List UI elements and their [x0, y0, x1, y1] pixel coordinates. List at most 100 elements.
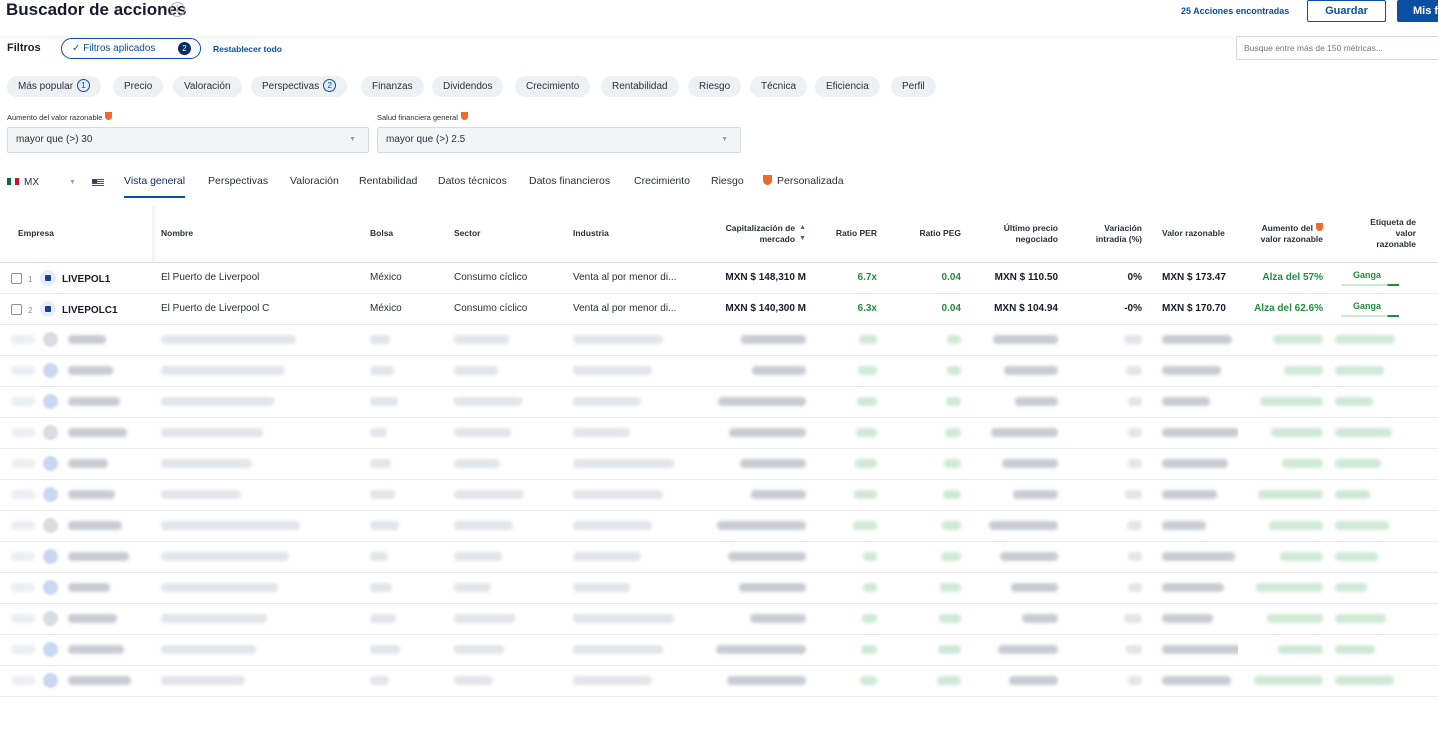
tab-riesgo[interactable]: Riesgo	[711, 173, 744, 199]
row-checkbox[interactable]	[11, 272, 22, 284]
tab-rentabilidad[interactable]: Rentabilidad	[359, 173, 417, 199]
applied-filters-count: 2	[178, 42, 191, 55]
cell-empresa: 2 LIVEPOLC1	[0, 293, 152, 325]
metric-search-input[interactable]	[1236, 36, 1438, 60]
col-etiqueta[interactable]: Etiqueta de valor razonable	[1329, 206, 1438, 263]
chip-perspectivas[interactable]: Perspectivas 2	[251, 76, 348, 97]
locked-cell	[0, 448, 152, 480]
chip-tecnica[interactable]: Técnica	[750, 76, 808, 97]
info-icon[interactable]: i	[170, 2, 185, 17]
locked-cell	[1329, 634, 1438, 666]
chip-finanzas[interactable]: Finanzas	[361, 76, 424, 97]
locked-value	[1011, 582, 1058, 592]
locked-value	[1126, 365, 1142, 375]
locked-table-row	[0, 479, 1438, 511]
locked-cell	[1148, 603, 1238, 635]
col-empresa[interactable]: Empresa	[0, 206, 158, 263]
col-valor-razonable[interactable]: Valor razonable	[1148, 206, 1238, 263]
locked-value	[1335, 458, 1381, 468]
locked-value	[573, 613, 674, 623]
chip-label: Dividendos	[443, 81, 493, 92]
locked-value	[370, 458, 391, 468]
locked-value	[68, 645, 124, 654]
tab-perspectivas[interactable]: Perspectivas	[208, 173, 268, 199]
locked-cell	[1064, 541, 1148, 573]
ticker-link[interactable]: LIVEPOLC1	[62, 305, 118, 316]
locked-cell	[1064, 448, 1148, 480]
table-row[interactable]: 1 LIVEPOL1 El Puerto de Liverpool México …	[0, 262, 1438, 294]
col-ultimo-precio[interactable]: Último precio negociado	[967, 206, 1064, 263]
col-bolsa[interactable]: Bolsa	[361, 206, 445, 263]
tab-vista-general[interactable]: Vista general	[124, 173, 186, 199]
locked-cell	[361, 479, 445, 511]
company-logo-icon	[43, 611, 58, 626]
locked-cell	[152, 324, 361, 356]
locked-checkbox	[11, 521, 35, 530]
locked-cell	[701, 324, 812, 356]
cell-peg: 0.04	[883, 262, 967, 294]
chip-eficiencia[interactable]: Eficiencia	[815, 76, 880, 97]
usa-flag-icon[interactable]	[92, 179, 104, 187]
ticker-link[interactable]: LIVEPOL1	[62, 274, 110, 285]
locked-cell	[361, 510, 445, 542]
chip-valoracion[interactable]: Valoración	[173, 76, 242, 97]
col-aumento[interactable]: Aumento del valor razonable	[1238, 206, 1329, 263]
tab-valoracion[interactable]: Valoración	[290, 173, 339, 199]
tab-crecimiento[interactable]: Crecimiento	[634, 173, 690, 199]
col-nombre[interactable]: Nombre	[152, 206, 361, 263]
cell-aumento: Alza del 57%	[1238, 262, 1329, 294]
col-industria[interactable]: Industria	[567, 206, 701, 263]
company-logo-icon	[43, 363, 58, 378]
country-selector[interactable]: MX ▼	[7, 172, 82, 194]
col-ratio-peg[interactable]: Ratio PEG	[883, 206, 967, 263]
col-ratio-per[interactable]: Ratio PER	[812, 206, 883, 263]
chip-crecimiento[interactable]: Crecimiento	[515, 76, 591, 97]
reset-filters-link[interactable]: Restablecer todo	[213, 44, 282, 54]
locked-cell	[1148, 665, 1238, 697]
top-bar: Buscador de acciones i 25 Acciones encon…	[0, 0, 1438, 36]
col-variacion[interactable]: Variación intradía (%)	[1064, 206, 1148, 263]
row-checkbox[interactable]	[11, 303, 22, 315]
filter-fair-value-upside-label: Aumento del valor razonable	[7, 112, 113, 122]
locked-cell	[812, 665, 883, 697]
chip-riesgo[interactable]: Riesgo	[688, 76, 742, 97]
applied-filters-toggle[interactable]: ✓ Filtros aplicados 2	[61, 38, 201, 59]
locked-cell	[1238, 665, 1329, 697]
chip-precio[interactable]: Precio	[113, 76, 164, 97]
locked-cell	[0, 572, 152, 604]
col-capitalizacion[interactable]: Capitalización de ▲ mercado ▼	[701, 206, 812, 263]
chevron-down-icon: ▼	[69, 179, 76, 186]
locked-value	[370, 334, 390, 344]
locked-value	[946, 396, 961, 406]
tab-personalizada[interactable]: Personalizada	[763, 173, 844, 199]
locked-value	[370, 365, 394, 375]
locked-cell	[1064, 572, 1148, 604]
tab-datos-financieros[interactable]: Datos financieros	[529, 173, 610, 199]
filter-financial-health-select[interactable]: mayor que (>) 2.5 ▼	[377, 127, 741, 153]
table-row[interactable]: 2 LIVEPOLC1 El Puerto de Liverpool C Méxi…	[0, 293, 1438, 325]
filter-fair-value-upside-select[interactable]: mayor que (>) 30 ▼	[7, 127, 369, 153]
locked-table-row	[0, 634, 1438, 666]
locked-value	[993, 334, 1058, 344]
save-button[interactable]: Guardar	[1307, 0, 1386, 22]
locked-value	[1335, 582, 1367, 592]
locked-value	[454, 613, 515, 623]
cell-capitalizacion: MXN $ 148,310 M	[701, 262, 812, 294]
locked-cell	[1148, 386, 1238, 418]
tab-datos-tecnicos[interactable]: Datos técnicos	[438, 173, 507, 199]
locked-value	[573, 334, 663, 344]
chip-perfil[interactable]: Perfil	[891, 76, 936, 97]
chip-dividendos[interactable]: Dividendos	[432, 76, 504, 97]
sort-icon: ▼	[799, 234, 806, 242]
chip-label: Técnica	[761, 81, 797, 92]
locked-value	[370, 427, 387, 437]
chip-mas-popular[interactable]: Más popular 1	[7, 76, 102, 97]
chip-rentabilidad[interactable]: Rentabilidad	[601, 76, 679, 97]
locked-cell	[567, 510, 701, 542]
company-logo-icon	[40, 269, 56, 286]
col-sector[interactable]: Sector	[445, 206, 567, 263]
my-screeners-button[interactable]: Mis f	[1397, 0, 1438, 22]
locked-checkbox	[11, 366, 35, 375]
locked-cell	[701, 417, 812, 449]
locked-value	[161, 489, 241, 499]
